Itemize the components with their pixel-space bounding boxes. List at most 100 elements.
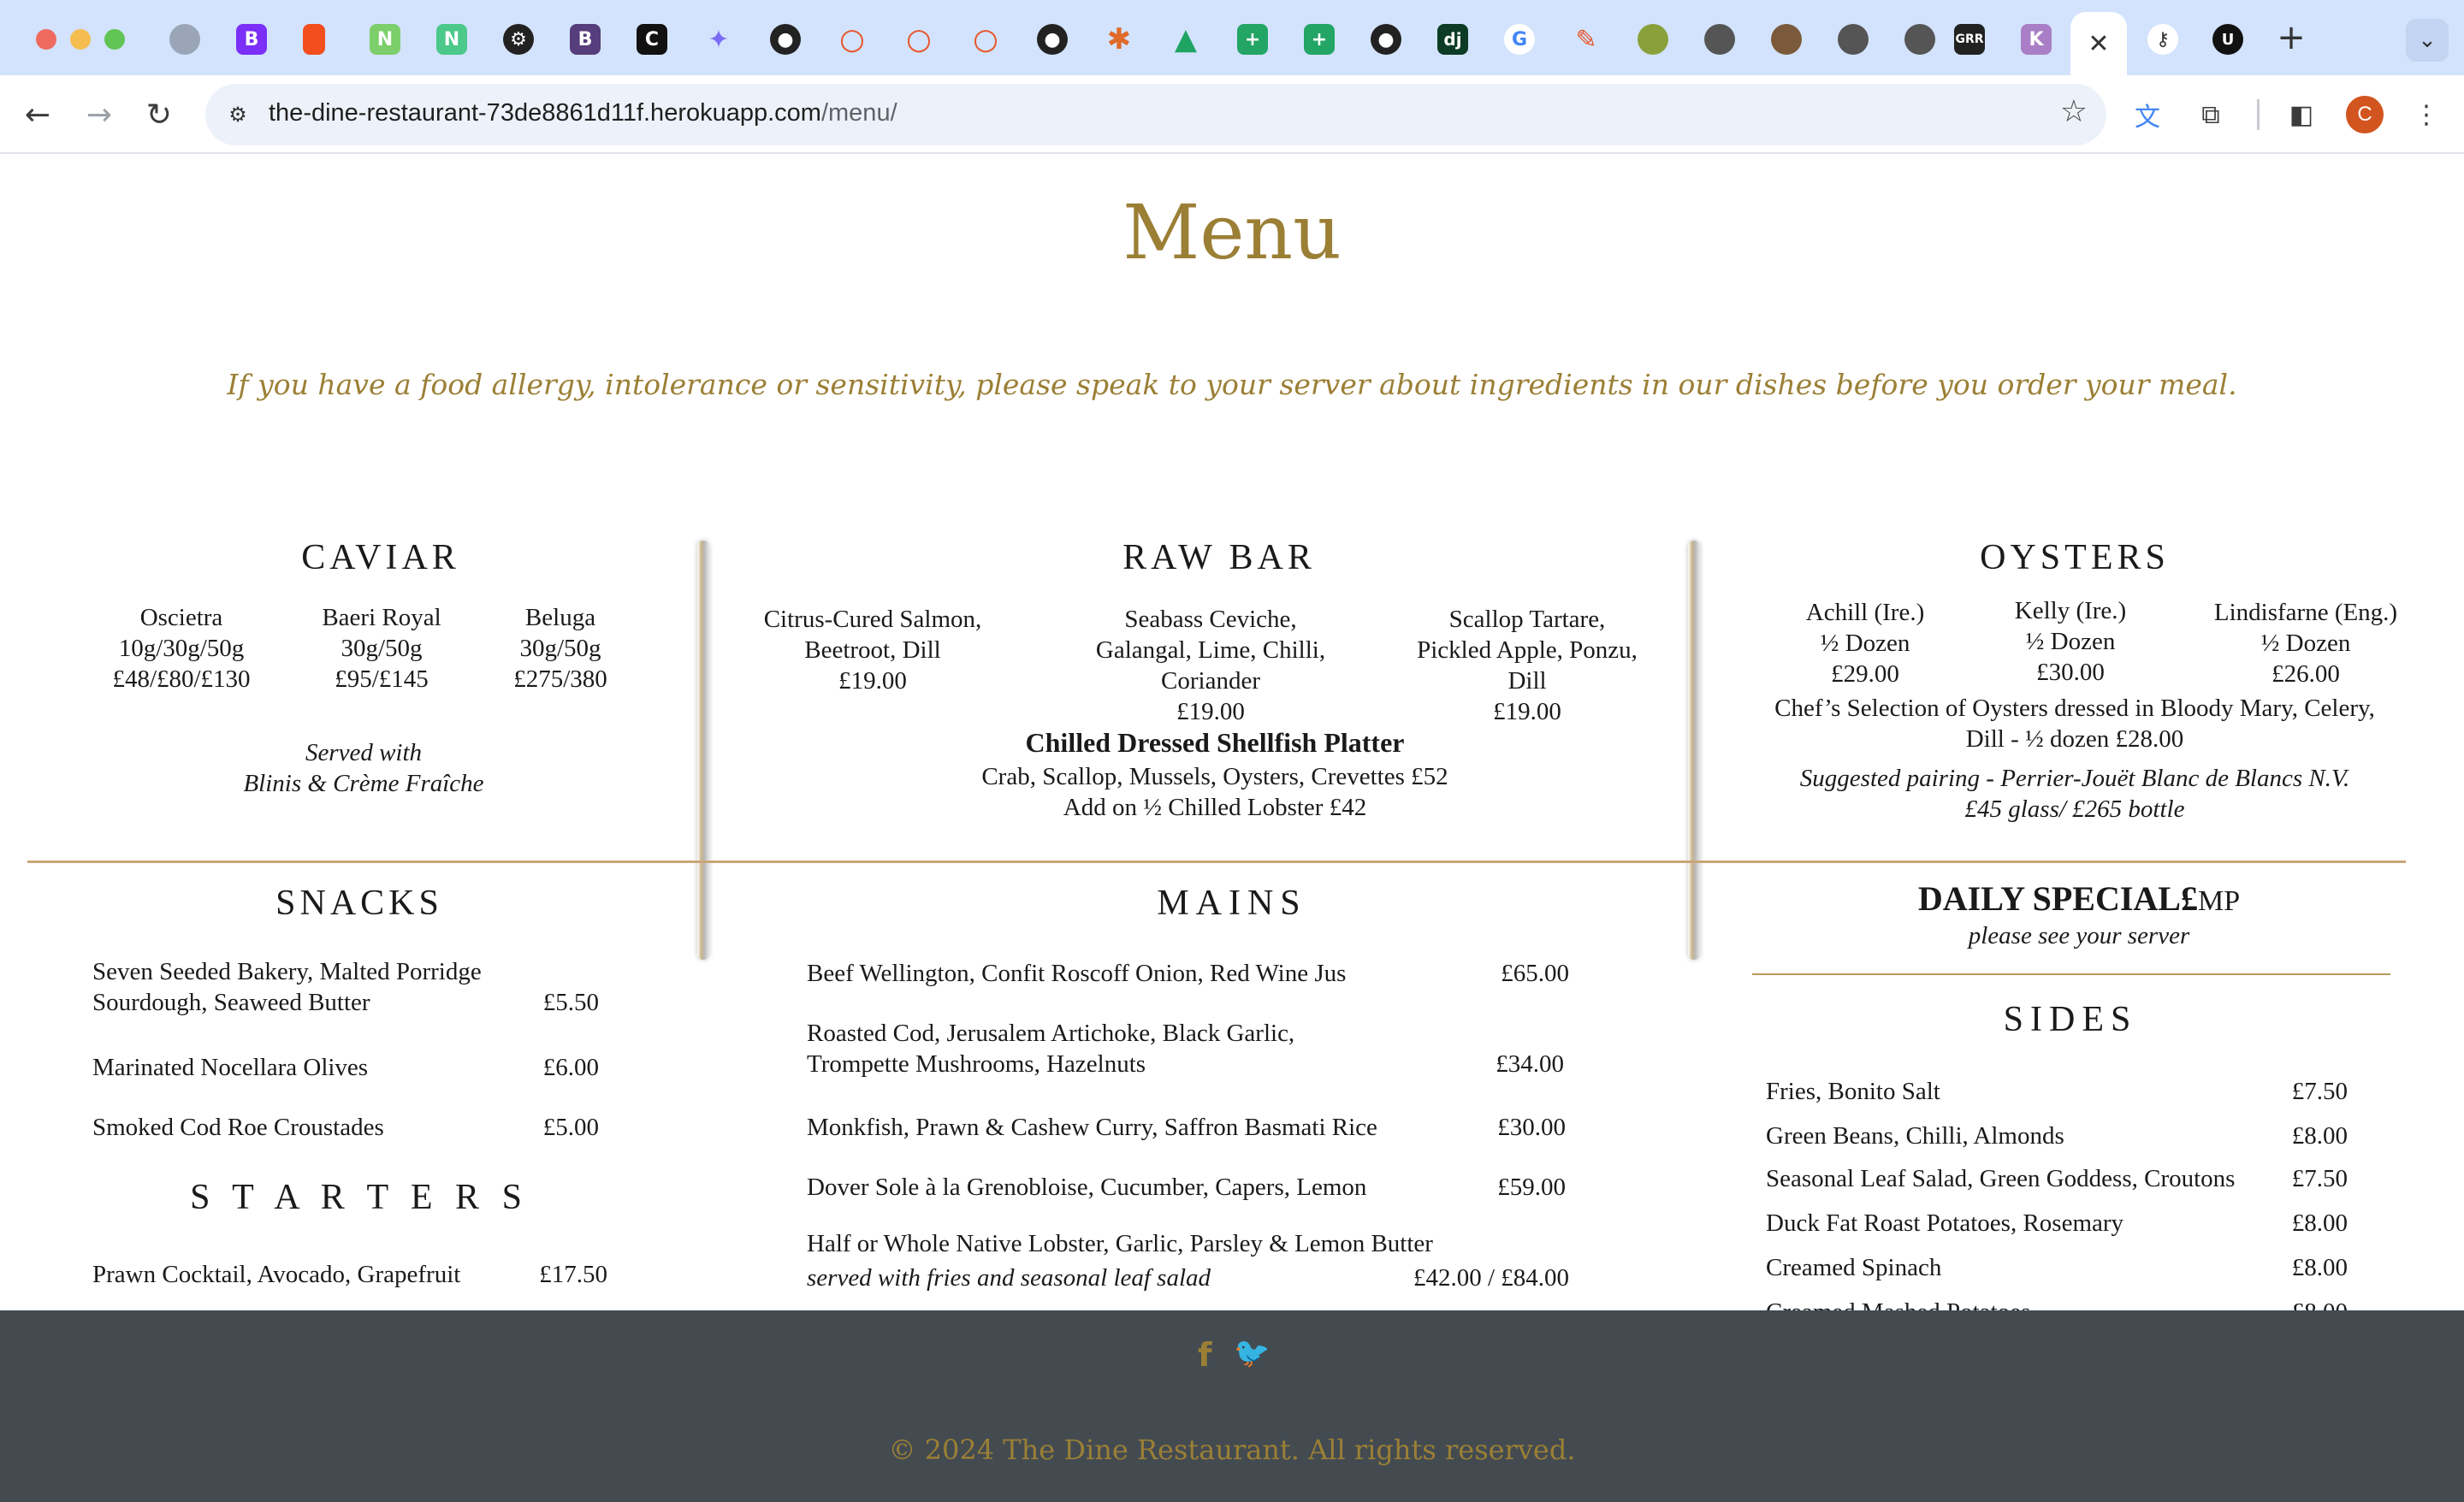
tab-circle2-icon[interactable]: ○ [903, 22, 934, 56]
site-footer: f 🐦 © 2024 The Dine Restaurant. All righ… [0, 1310, 2464, 1502]
tab-figma-icon[interactable] [303, 24, 325, 55]
side-item-price: £8.00 [2224, 1297, 2348, 1310]
caviar-heading: CAVIAR [301, 538, 460, 577]
tab-sparkle-icon[interactable]: ✦ [703, 24, 734, 55]
oyster-item: Kelly (Ire.) ½ Dozen £30.00 [1976, 595, 2165, 688]
translate-icon[interactable]: 文 [2127, 94, 2168, 135]
raw-bar-item-line: Galangal, Lime, Chilli, [1095, 636, 1326, 664]
menu-page: Menu If you have a food allergy, intoler… [0, 154, 2464, 1310]
tab-globe-icon[interactable] [169, 24, 200, 55]
chef-selection-line: Chef’s Selection of Oysters dressed in B… [1774, 695, 2375, 722]
column-divider [697, 541, 709, 960]
active-tab[interactable]: ✕ [2070, 12, 2127, 75]
tab-c-icon[interactable]: C [637, 24, 667, 55]
tab-circle-icon[interactable]: ○ [837, 22, 868, 56]
tab-leaf-icon[interactable] [1638, 24, 1668, 55]
tab-key-icon[interactable]: ⚷ [2147, 24, 2178, 55]
toolbar-divider [2257, 99, 2260, 130]
daily-special-title: DAILY SPECIAL [1917, 879, 2181, 918]
close-tab-icon[interactable]: ✕ [2088, 29, 2109, 59]
tab-circle3-icon[interactable]: ○ [970, 22, 1001, 56]
tab-django-icon[interactable]: dj [1437, 24, 1468, 55]
profile-avatar[interactable]: C [2346, 96, 2384, 133]
oysters-heading: OYSTERS [1980, 538, 2170, 577]
main-item: Roasted Cod, Jerusalem Artichoke, Black … [807, 1018, 1457, 1079]
star-icon[interactable]: ☆ [2060, 94, 2088, 129]
address-bar[interactable]: ⚙ the-dine-restaurant-73de8861d11f.herok… [205, 84, 2106, 145]
tab-bootstrap-icon[interactable]: B [236, 24, 267, 55]
tab-grr-icon[interactable]: GRR [1954, 24, 1985, 55]
forward-icon[interactable]: → [77, 92, 121, 137]
caviar-served-line: Served with [305, 739, 423, 766]
main-item-price: £59.00 [1497, 1174, 1566, 1201]
extensions-icon[interactable]: ⧉ [2190, 94, 2231, 135]
tab-chrome-icon[interactable] [1704, 24, 1735, 55]
caviar-served-with: Served with Blinis & Crème Fraîche [188, 737, 539, 799]
tab-sheets2-icon[interactable]: + [1304, 24, 1335, 55]
tab-bootstrap2-icon[interactable]: B [570, 24, 601, 55]
tab-openai-icon[interactable]: ⚙ [503, 24, 534, 55]
caviar-item-name: Beluga [524, 604, 596, 631]
raw-bar-item-line: Scallop Tartare, [1448, 606, 1606, 633]
oyster-item-name: Achill (Ire.) [1805, 599, 1925, 626]
tab-github2-icon[interactable]: ● [1037, 24, 1068, 55]
new-tab-button[interactable]: + [2272, 19, 2310, 56]
site-info-icon[interactable]: ⚙ [219, 96, 257, 133]
tab-n2-icon[interactable]: N [436, 24, 467, 55]
tab-avatar-icon[interactable] [1771, 24, 1802, 55]
snack-item-price: £6.00 [542, 1054, 599, 1081]
main-item-line: Roasted Cod, Jerusalem Artichoke, Black … [807, 1020, 1295, 1047]
close-window-button[interactable] [36, 29, 56, 50]
oyster-item: Lindisfarne (Eng.) ½ Dozen £26.00 [2190, 597, 2421, 689]
platter-title: Chilled Dressed Shellfish Platter [1025, 727, 1405, 758]
tab-n-icon[interactable]: N [370, 24, 400, 55]
oyster-item-price: £30.00 [2036, 659, 2105, 686]
section-divider [27, 860, 2406, 863]
caviar-item: Oscietra 10g/30g/50g £48/£80/£130 [79, 602, 284, 695]
raw-bar-heading: RAW BAR [1122, 538, 1316, 577]
maximize-window-button[interactable] [104, 29, 125, 50]
snacks-heading: SNACKS [275, 884, 443, 923]
chef-selection-line: Dill - ½ dozen £28.00 [1965, 725, 2184, 753]
tab-search-button[interactable]: ⌄ [2406, 19, 2449, 62]
starter-item-price: £17.50 [539, 1261, 607, 1288]
tab-sheets-icon[interactable]: + [1237, 24, 1268, 55]
oysters-pairing: Suggested pairing - Perrier-Jouët Blanc … [1745, 763, 2404, 825]
side-item-name: Fries, Bonito Salt [1766, 1078, 1940, 1105]
tab-github3-icon[interactable]: ● [1371, 24, 1401, 55]
tab-chrome3-icon[interactable] [1904, 24, 1935, 55]
platter-desc-line: Crab, Scallop, Mussels, Oysters, Crevett… [981, 763, 1448, 790]
url-text[interactable]: the-dine-restaurant-73de8861d11f.herokua… [269, 99, 897, 127]
browser-toolbar: ← → ↻ ⚙ the-dine-restaurant-73de8861d11f… [0, 75, 2464, 154]
twitter-icon[interactable]: 🐦 [1234, 1336, 1270, 1370]
tab-chrome2-icon[interactable] [1838, 24, 1869, 55]
raw-bar-item-line: Beetroot, Dill [804, 636, 941, 664]
reload-icon[interactable]: ↻ [137, 92, 181, 137]
tab-tool-icon[interactable]: ✎ [1571, 24, 1602, 55]
side-panel-icon[interactable]: ◧ [2281, 94, 2322, 135]
minimize-window-button[interactable] [70, 29, 91, 50]
snack-item-name: Smoked Cod Roe Croustades [92, 1114, 384, 1141]
url-path: /menu/ [820, 99, 897, 127]
tab-k-icon[interactable]: K [2021, 24, 2052, 55]
main-item-name: Monkfish, Prawn & Cashew Curry, Saffron … [807, 1114, 1377, 1141]
back-icon[interactable]: ← [15, 92, 60, 137]
oyster-item-name: Lindisfarne (Eng.) [2213, 599, 2398, 626]
daily-special-price: MP [2198, 885, 2241, 917]
chevron-down-icon: ⌄ [2418, 27, 2437, 53]
tab-github-icon[interactable]: ● [770, 24, 801, 55]
side-item-price: £7.50 [2291, 1165, 2348, 1192]
more-icon[interactable]: ⋮ [2406, 94, 2447, 135]
caviar-item-name: Oscietra [139, 604, 223, 631]
oyster-item-qty: ½ Dozen [2260, 630, 2351, 657]
snack-item: Seven Seeded Bakery, Malted Porridge Sou… [92, 956, 537, 1018]
side-item-price: £8.00 [2291, 1122, 2348, 1150]
tab-puzzle-icon[interactable]: ✱ [1104, 22, 1134, 56]
tab-google-icon[interactable]: G [1504, 24, 1535, 55]
raw-bar-item-line: Coriander [1161, 667, 1260, 695]
allergy-notice: If you have a food allergy, intolerance … [0, 368, 2464, 401]
tab-drive-icon[interactable]: ▲ [1170, 22, 1201, 56]
tab-u-icon[interactable]: U [2212, 24, 2243, 55]
facebook-icon[interactable]: f [1198, 1336, 1212, 1374]
side-item-price: £8.00 [2291, 1254, 2348, 1281]
